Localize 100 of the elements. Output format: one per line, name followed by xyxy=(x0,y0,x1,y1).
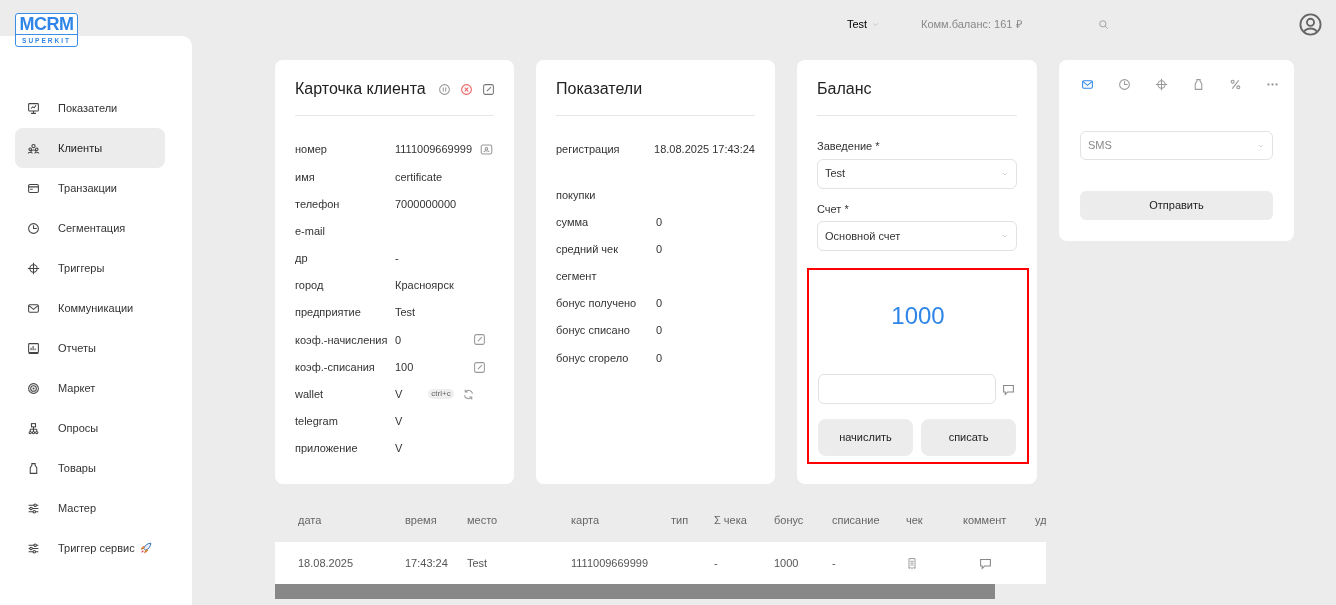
column-header: место xyxy=(467,513,498,526)
stat-value: 0 xyxy=(656,296,663,312)
stat-value: 0 xyxy=(656,350,663,366)
table-cell-text: - xyxy=(714,555,718,571)
sidebar-item[interactable]: Мастер xyxy=(15,488,165,528)
card-icon xyxy=(27,181,40,195)
select-field[interactable]: Основной счет xyxy=(817,221,1017,251)
column-header: списание xyxy=(832,513,880,526)
column-header: дата xyxy=(298,513,322,526)
field-value: V xyxy=(395,387,403,403)
card-title: Показатели xyxy=(556,80,643,97)
refresh-icon xyxy=(461,387,475,401)
field-label: город xyxy=(295,278,325,294)
field-value: V xyxy=(395,441,403,457)
channel-tab[interactable] xyxy=(1081,78,1094,91)
table-cell-text: - xyxy=(832,555,836,571)
bag-icon xyxy=(1192,78,1205,91)
field-label: e-mail xyxy=(295,223,326,239)
target-icon xyxy=(27,381,40,395)
user-icon xyxy=(1299,13,1322,36)
crosshair-icon xyxy=(1155,78,1168,91)
comment-icon xyxy=(979,556,992,570)
field-value: Красноярск xyxy=(395,278,454,294)
field-value: V xyxy=(395,414,403,430)
column-header: коммент xyxy=(963,513,1007,526)
select-field[interactable]: SMS xyxy=(1080,131,1273,160)
field-label: предприятие xyxy=(295,305,362,321)
comment-icon xyxy=(1002,382,1015,396)
table-cell-text: 1000 xyxy=(774,555,799,571)
action-button[interactable]: начислить xyxy=(818,419,913,456)
stat-label: покупки xyxy=(556,187,597,203)
channel-tab[interactable] xyxy=(1155,78,1168,91)
sidebar-item[interactable]: Коммуникации xyxy=(15,288,165,328)
field-label: коэф.-начисления xyxy=(295,332,389,348)
balance-label: Комм.баланс: 161 ₽ xyxy=(921,17,1022,32)
column-header: карта xyxy=(571,513,600,526)
chevron-down-icon xyxy=(1001,232,1009,240)
sidebar-item[interactable]: Сегментация xyxy=(15,208,165,248)
column-header: уд xyxy=(1035,513,1046,526)
column-header: тип xyxy=(671,513,689,526)
mail-icon xyxy=(27,301,40,315)
clock-icon xyxy=(27,221,40,235)
sidebar-item[interactable]: Показатели xyxy=(15,88,165,128)
stat-label: средний чек xyxy=(556,241,619,257)
stat-label: сегмент xyxy=(556,269,598,285)
stat-value: 0 xyxy=(656,214,663,230)
balance-amount: 1000 xyxy=(890,301,946,331)
field-label: wallet xyxy=(295,387,325,403)
column-header: бонус xyxy=(774,513,804,526)
select-field[interactable]: Test xyxy=(817,158,1017,189)
field-label: коэф.-списания xyxy=(295,359,376,375)
table-cell-text: 17:43:24 xyxy=(405,555,448,571)
id-card-icon xyxy=(480,143,494,157)
table-cell-text: 18.08.2025 xyxy=(298,555,354,571)
stat-label: бонус списано xyxy=(556,323,631,339)
sidebar-item[interactable]: Опросы xyxy=(15,408,165,448)
channel-tab[interactable] xyxy=(1229,78,1242,91)
column-header: время xyxy=(405,513,437,526)
sidebar-item[interactable]: Отчеты xyxy=(15,328,165,368)
sliders-icon xyxy=(27,501,40,515)
scrollbar[interactable] xyxy=(275,584,995,599)
comment-input[interactable] xyxy=(818,374,996,404)
card-title: Карточка клиента xyxy=(295,79,426,99)
sidebar-item[interactable]: Триггеры xyxy=(15,248,165,288)
field-value: 0 xyxy=(395,332,402,348)
copy-hint[interactable]: ctrl+c xyxy=(428,389,454,400)
sidebar-item[interactable]: Транзакции xyxy=(15,168,165,208)
sidebar-item[interactable]: Клиенты xyxy=(15,128,165,168)
receipt-icon xyxy=(906,556,918,570)
chart-icon xyxy=(27,341,40,355)
column-header: Σ чека xyxy=(714,513,747,526)
search-icon xyxy=(1098,19,1109,30)
percent-icon xyxy=(1229,78,1242,91)
channel-tab[interactable] xyxy=(1118,78,1131,91)
stat-value: 0 xyxy=(656,323,663,339)
venue-selector[interactable]: Test xyxy=(847,16,868,33)
sidebar-item[interactable]: Триггер сервис xyxy=(15,528,165,568)
hierarchy-icon xyxy=(27,421,40,435)
action-button[interactable]: списать xyxy=(921,419,1016,456)
field-value: 1111009669999 xyxy=(395,142,473,158)
stat-label: бонус получено xyxy=(556,296,638,312)
send-button[interactable]: Отправить xyxy=(1080,191,1273,220)
cancel-icon xyxy=(459,82,473,96)
channel-tab[interactable] xyxy=(1192,78,1205,91)
logo-title: MCRM xyxy=(19,14,74,34)
field-value: Test xyxy=(395,305,416,321)
stat-value: 0 xyxy=(656,241,663,257)
field-label: телефон xyxy=(295,196,341,212)
table-cell-text: Test xyxy=(467,555,488,571)
field-label: приложение xyxy=(295,441,359,457)
table-cell-text: 1111009669999 xyxy=(571,555,649,571)
crosshair-icon xyxy=(27,261,40,275)
edit-icon xyxy=(473,333,486,347)
field-label: telegram xyxy=(295,414,339,430)
field-label: номер xyxy=(295,142,328,158)
sidebar-item[interactable]: Товары xyxy=(15,448,165,488)
pause-icon xyxy=(437,82,451,96)
card-title: Баланс xyxy=(817,80,872,97)
stat-label: регистрация xyxy=(556,142,621,158)
sidebar-item[interactable]: Маркет xyxy=(15,368,165,408)
